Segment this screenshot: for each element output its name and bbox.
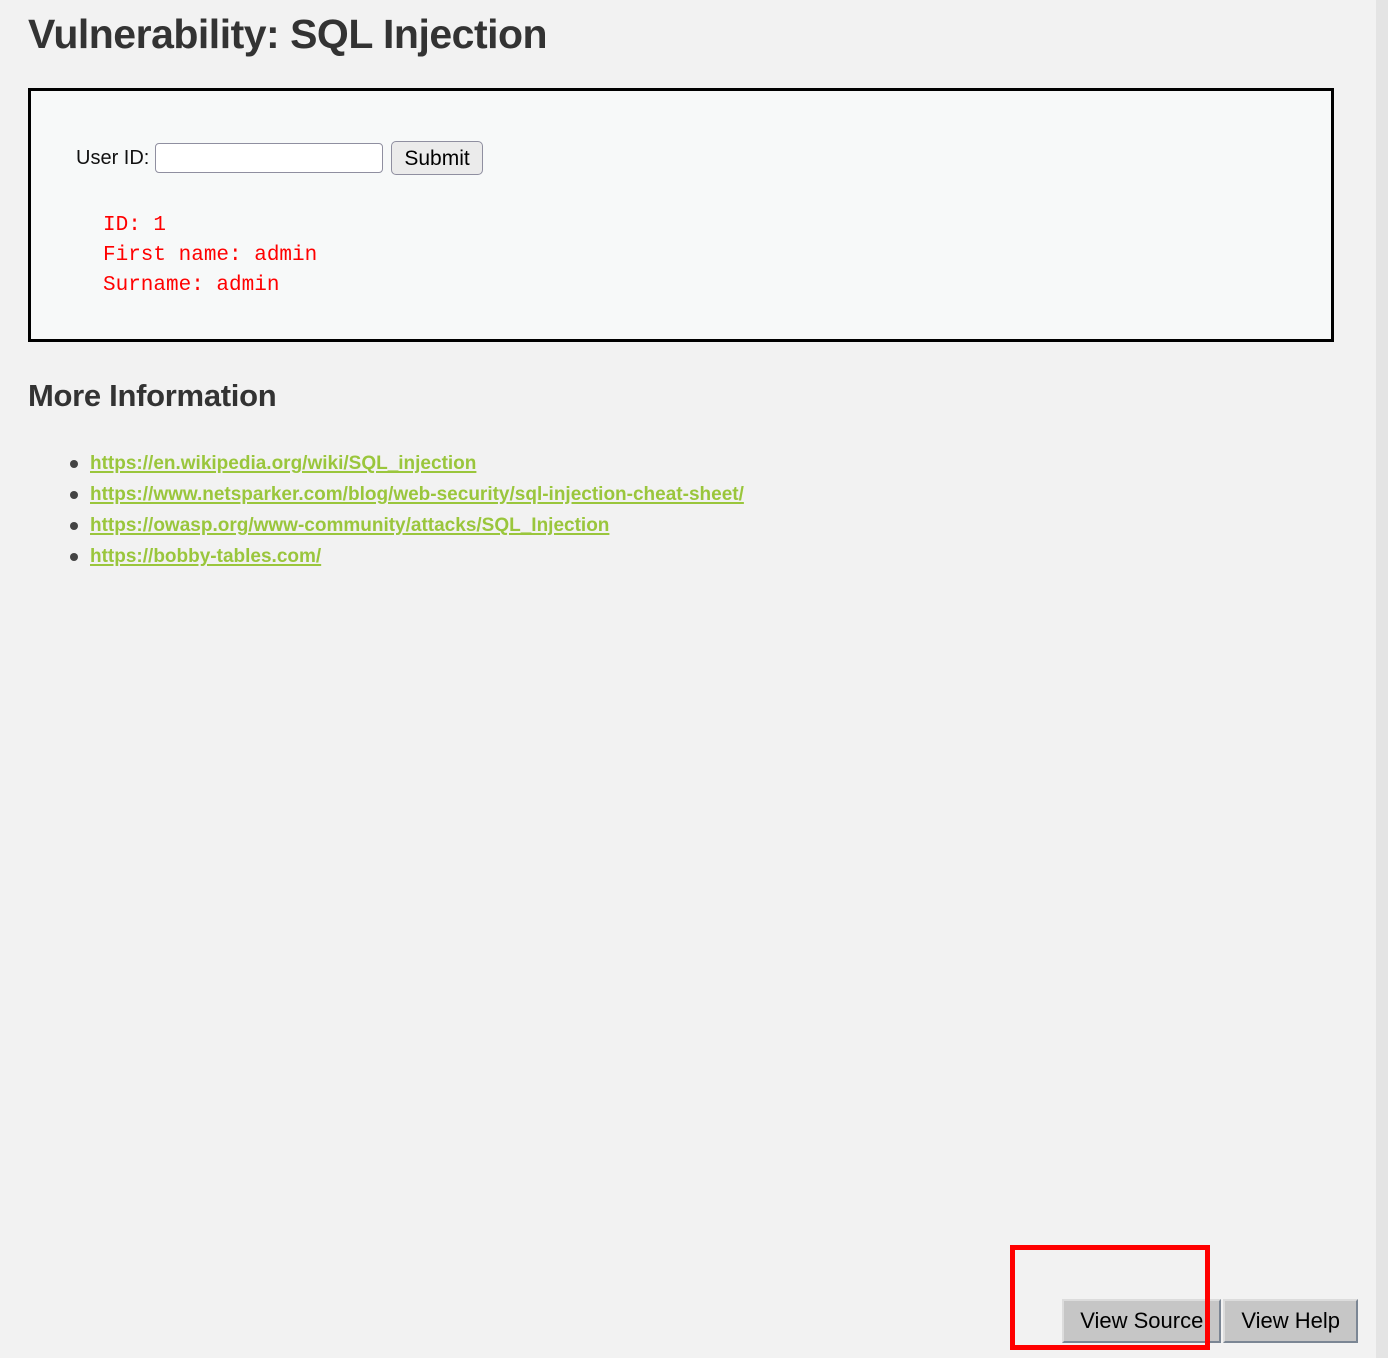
view-help-button[interactable]: View Help [1223, 1299, 1358, 1343]
view-source-button[interactable]: View Source [1062, 1299, 1222, 1343]
user-id-form: User ID: Submit [76, 141, 483, 175]
submit-button[interactable]: Submit [391, 141, 483, 175]
list-item: https://owasp.org/www-community/attacks/… [70, 510, 744, 541]
list-item: https://www.netsparker.com/blog/web-secu… [70, 479, 744, 510]
user-id-input[interactable] [155, 143, 384, 173]
reference-link-owasp[interactable]: https://owasp.org/www-community/attacks/… [90, 515, 609, 536]
page-root: Vulnerability: SQL Injection User ID: Su… [0, 0, 1376, 1358]
bullet-icon [70, 522, 78, 530]
bullet-icon [70, 491, 78, 499]
vulnerability-panel: User ID: Submit ID: 1 First name: admin … [28, 88, 1334, 342]
more-information-heading: More Information [28, 378, 277, 413]
reference-link-wikipedia[interactable]: https://en.wikipedia.org/wiki/SQL_inject… [90, 453, 476, 474]
bottom-button-bar: View Source View Help [0, 1299, 1358, 1343]
query-result-text: ID: 1 First name: admin Surname: admin [103, 214, 318, 297]
reference-link-bobby-tables[interactable]: https://bobby-tables.com/ [90, 546, 321, 567]
vertical-scrollbar-track[interactable] [1376, 0, 1388, 1358]
more-information-list: https://en.wikipedia.org/wiki/SQL_inject… [28, 448, 744, 572]
page-title: Vulnerability: SQL Injection [28, 11, 548, 57]
list-item: https://en.wikipedia.org/wiki/SQL_inject… [70, 448, 744, 479]
list-item: https://bobby-tables.com/ [70, 541, 744, 572]
bullet-icon [70, 460, 78, 468]
user-id-label: User ID: [76, 147, 150, 169]
bullet-icon [70, 553, 78, 561]
reference-link-netsparker[interactable]: https://www.netsparker.com/blog/web-secu… [90, 484, 744, 505]
